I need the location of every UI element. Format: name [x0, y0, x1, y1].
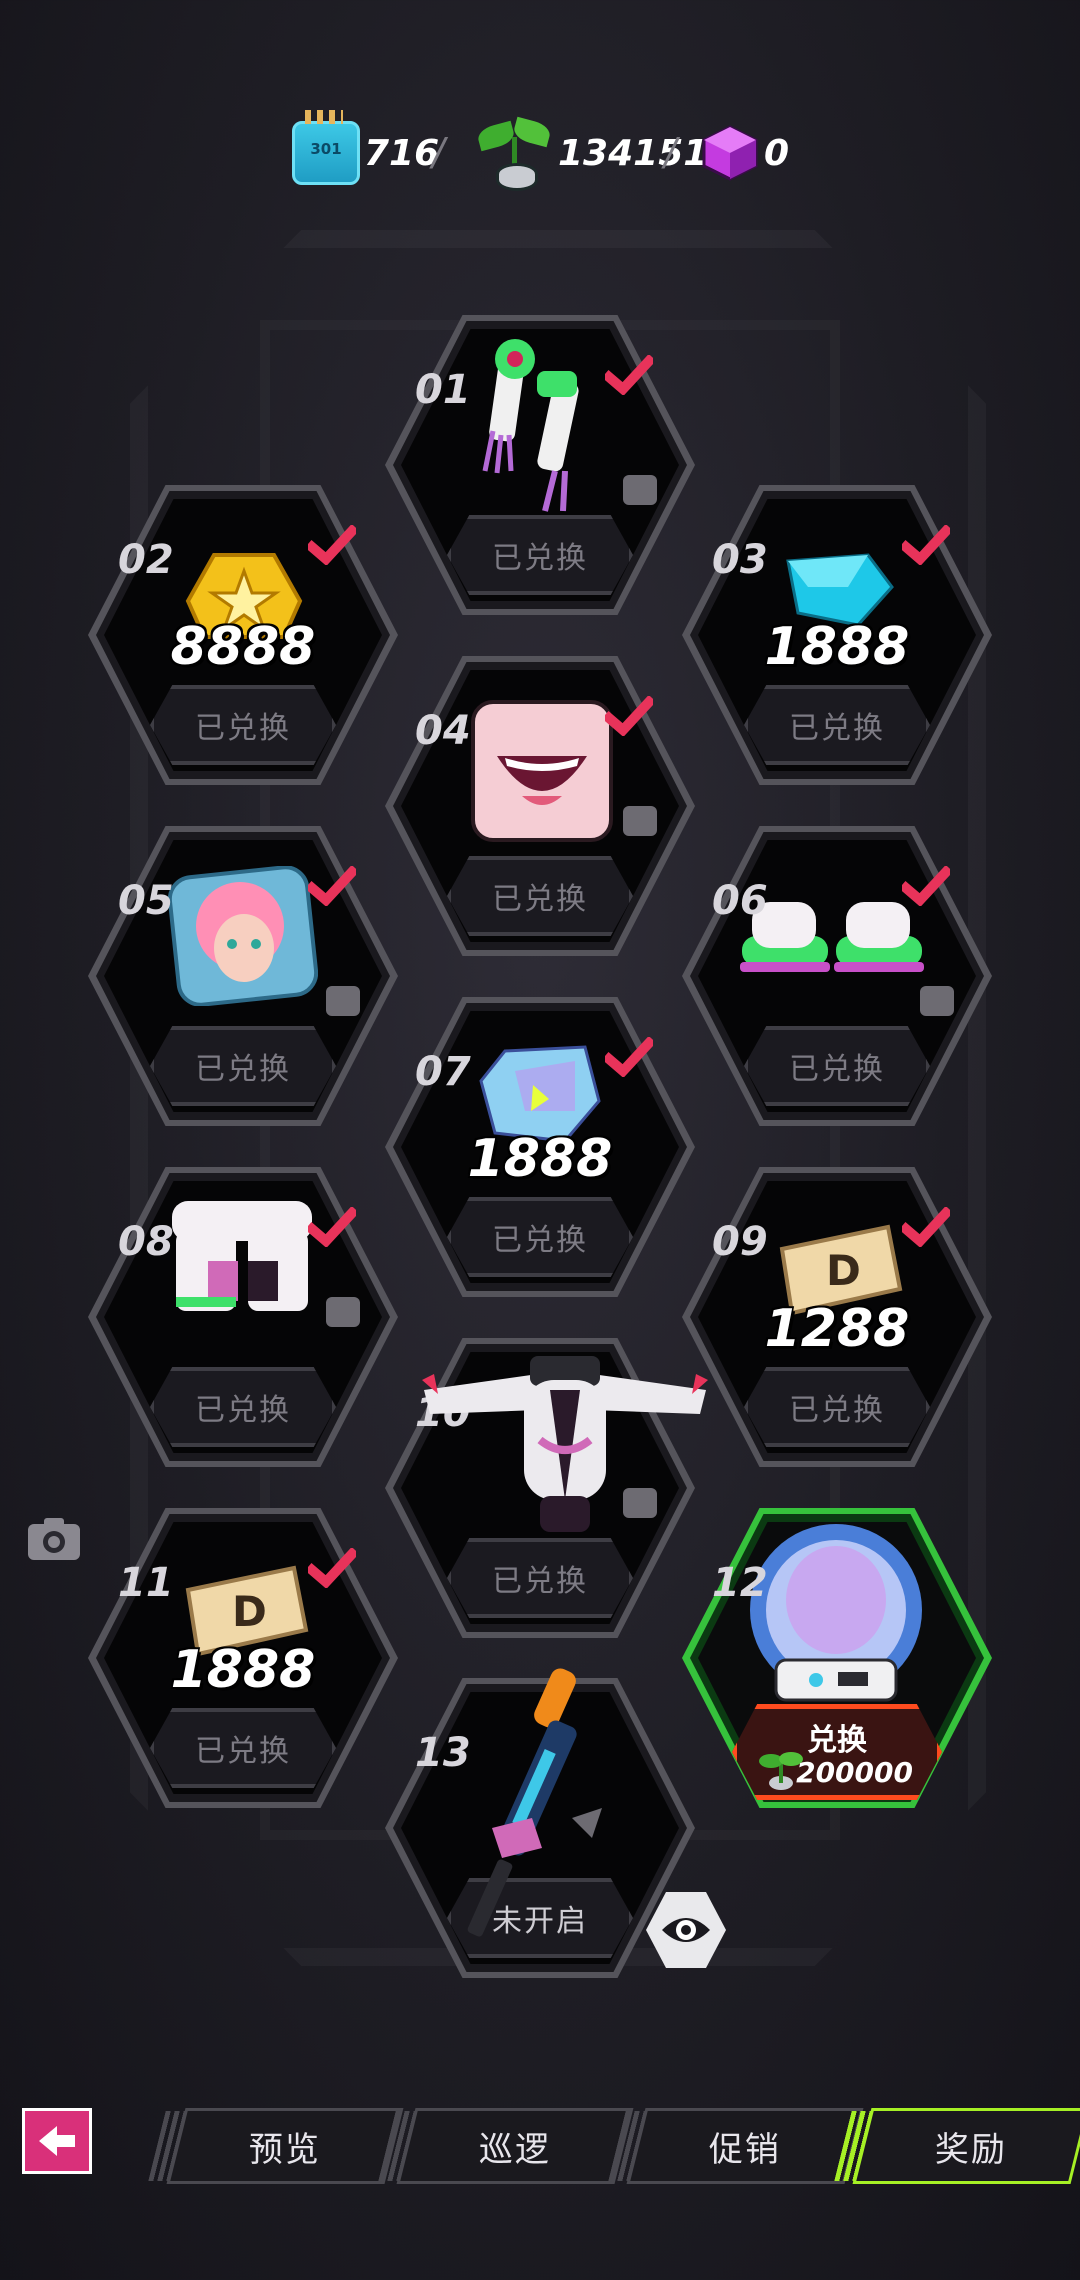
tab-preview[interactable]: 预览	[148, 2108, 404, 2184]
redeemed-button[interactable]: 已兑换	[150, 1708, 336, 1788]
exchange-button[interactable]: 兑换 200000	[732, 1704, 942, 1800]
check-icon	[304, 1205, 360, 1248]
redeemed-button[interactable]: 已兑换	[150, 685, 336, 765]
ticket-currency: 301 716	[292, 110, 440, 188]
ticket-count: 716	[364, 132, 440, 174]
reward-number: 12	[712, 1560, 768, 1606]
check-icon	[304, 523, 360, 566]
reward-number: 11	[118, 1560, 174, 1606]
reward-item-06[interactable]: 06 已兑换	[682, 826, 992, 1126]
shoe-category-icon	[920, 986, 954, 1016]
check-icon	[601, 694, 657, 737]
tab-rewards[interactable]: 奖励	[834, 2108, 1080, 2184]
reward-amount: 8888	[170, 617, 316, 677]
redeemed-button[interactable]: 已兑换	[150, 1026, 336, 1106]
helmet-icon	[746, 1520, 926, 1724]
redeemed-button[interactable]: 已兑换	[744, 685, 930, 765]
check-icon	[304, 1546, 360, 1589]
sprout-count: 134151	[558, 132, 709, 174]
reward-item-07[interactable]: 07 1888 已兑换	[385, 997, 695, 1297]
pants-icon	[162, 1191, 322, 1325]
eye-icon	[662, 1918, 710, 1942]
redeemed-button[interactable]: 已兑换	[447, 1538, 633, 1618]
reward-number: 07	[415, 1049, 471, 1095]
reward-item-02[interactable]: 02 8888 已兑换	[88, 485, 398, 785]
separator: /	[664, 130, 677, 174]
check-icon	[601, 353, 657, 396]
back-button[interactable]	[22, 2108, 92, 2174]
cube-currency: 0	[700, 118, 789, 188]
cube-icon	[700, 123, 760, 183]
reward-amount: 1288	[764, 1299, 910, 1359]
reward-item-11[interactable]: D 11 1888 已兑换	[88, 1508, 398, 1808]
tab-patrol[interactable]: 巡逻	[378, 2108, 634, 2184]
reward-number: 09	[712, 1219, 768, 1265]
reward-number: 03	[712, 537, 768, 583]
check-icon	[304, 864, 360, 907]
separator: /	[432, 130, 445, 174]
reward-item-03[interactable]: 03 1888 已兑换	[682, 485, 992, 785]
check-icon	[898, 864, 954, 907]
redeemed-button[interactable]: 已兑换	[447, 515, 633, 595]
cube-count: 0	[764, 132, 790, 174]
reward-amount: 1888	[170, 1640, 316, 1700]
reward-number: 08	[118, 1219, 174, 1265]
reward-amount: 1888	[467, 1129, 613, 1189]
back-arrow-icon	[39, 2126, 75, 2156]
sprout-icon	[474, 113, 554, 193]
portrait-category-icon	[326, 986, 360, 1016]
lips-category-icon	[623, 806, 657, 836]
redeemed-button[interactable]: 已兑换	[150, 1367, 336, 1447]
check-icon	[898, 523, 954, 566]
redeemed-button[interactable]: 已兑换	[447, 856, 633, 936]
exchange-cost: 200000	[796, 1756, 913, 1789]
reward-number: 05	[118, 878, 174, 924]
ticket-icon: 301	[292, 110, 360, 185]
glove-category-icon	[623, 475, 657, 505]
camera-button[interactable]	[26, 1516, 82, 1562]
tab-promotion[interactable]: 促销	[608, 2108, 864, 2184]
avatar-portrait-icon	[167, 865, 319, 1010]
mouth-face-icon	[467, 696, 617, 850]
reward-item-09[interactable]: D 09 1288 已兑换	[682, 1167, 992, 1467]
redeemed-button[interactable]: 已兑换	[744, 1026, 930, 1106]
camera-icon	[28, 1518, 80, 1560]
gloves-icon	[475, 331, 605, 535]
reward-number: 01	[415, 367, 471, 413]
check-icon	[898, 1205, 954, 1248]
reward-number: 02	[118, 537, 174, 583]
reward-item-01[interactable]: 01 已兑换	[385, 315, 695, 615]
redeemed-button[interactable]: 已兑换	[744, 1367, 930, 1447]
reward-amount: 1888	[764, 617, 910, 677]
svg-text:D: D	[826, 1246, 861, 1295]
reward-item-04[interactable]: 04 已兑换	[385, 656, 695, 956]
reward-item-08[interactable]: 08 已兑换	[88, 1167, 398, 1467]
reward-number: 04	[415, 708, 471, 754]
check-icon	[601, 1035, 657, 1078]
reward-item-12[interactable]: 12 兑换 200000	[682, 1508, 992, 1808]
pants-category-icon	[326, 1297, 360, 1327]
rifle-icon	[462, 1668, 632, 1952]
bottom-navigation: 预览 巡逻 促销 奖励	[0, 2090, 1080, 2190]
winged-suit-icon	[420, 1350, 710, 1544]
redeemed-button[interactable]: 已兑换	[447, 1197, 633, 1277]
reward-number: 06	[712, 878, 768, 924]
reward-item-05[interactable]: 05 已兑换	[88, 826, 398, 1126]
svg-text:D: D	[232, 1587, 267, 1636]
